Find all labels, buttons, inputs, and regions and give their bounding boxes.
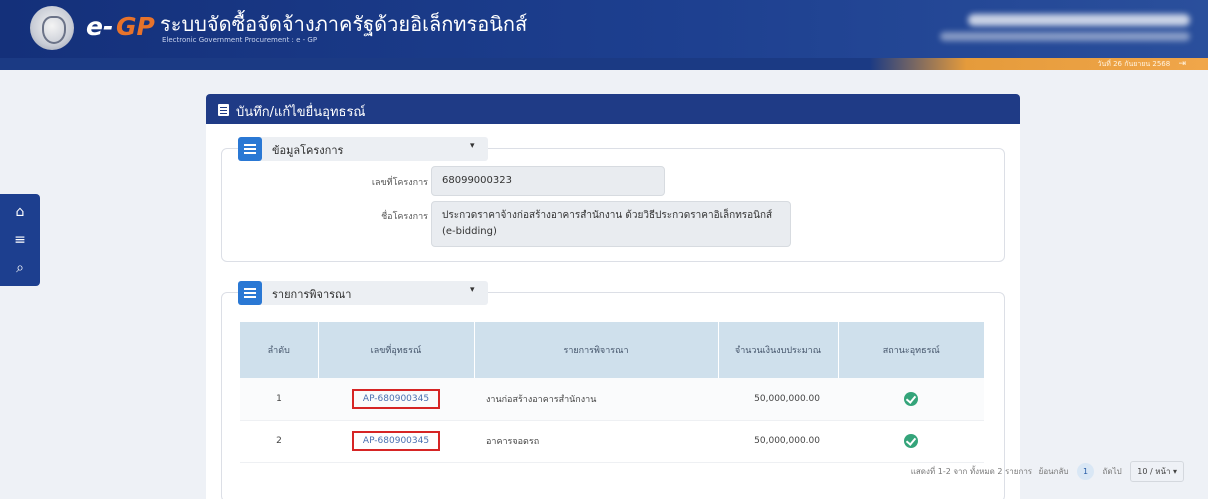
status-bar (0, 58, 1208, 70)
table-row: 2 AP-680900345 อาคารจอดรถ 50,000,000.00 (240, 420, 984, 463)
project-info-tab[interactable]: ข้อมูลโครงการ ▾ (238, 137, 488, 161)
cell-appeal-no: AP-680900345 (318, 378, 474, 421)
check-circle-icon (904, 434, 918, 448)
consideration-tab[interactable]: รายการพิจารณา ▾ (238, 281, 488, 305)
list-icon (238, 137, 262, 161)
table-row: 1 AP-680900345 งานก่อสร้างอาคารสำนักงาน … (240, 378, 984, 421)
document-icon (218, 104, 229, 116)
collapse-caret-icon[interactable]: ▾ (470, 141, 475, 151)
cell-status (838, 378, 984, 421)
list-icon (238, 281, 262, 305)
appeal-no-link[interactable]: AP-680900345 (351, 431, 441, 451)
home-icon[interactable]: ⌂ (6, 200, 34, 224)
col-header-status: สถานะอุทธรณ์ (838, 322, 984, 378)
system-title-en: Electronic Government Procurement : e - … (162, 36, 318, 44)
col-header-amount: จำนวนเงินงบประมาณ (718, 322, 839, 378)
cell-appeal-no: AP-680900345 (318, 420, 474, 463)
consideration-table: ลำดับ เลขที่อุทธรณ์ รายการพิจารณา จำนวนเ… (240, 322, 984, 463)
project-no-field[interactable]: 68099000323 (431, 166, 665, 196)
check-circle-icon (904, 391, 918, 406)
col-header-appeal-no: เลขที่อุทธรณ์ (318, 322, 475, 378)
consideration-title: รายการพิจารณา (272, 288, 352, 301)
prev-page-button[interactable]: ย้อนกลับ (1039, 465, 1069, 478)
date-info: วันที่ 26 กันยายน 2568 ⇥ (1098, 58, 1186, 70)
collapse-caret-icon[interactable]: ▾ (470, 285, 475, 295)
project-info-title: ข้อมูลโครงการ (272, 144, 344, 157)
appeal-no-link[interactable]: AP-680900345 (351, 388, 441, 409)
next-page-button[interactable]: ถัดไป (1103, 465, 1122, 478)
panel-header: บันทึก/แก้ไขยื่นอุทธรณ์ (206, 94, 1020, 124)
pagination: แสดงที่ 1-2 จาก ทั้งหมด 2 รายการ ย้อนกลั… (911, 461, 1184, 483)
cell-item: อาคารจอดรถ (474, 420, 718, 463)
cell-no: 1 (240, 378, 318, 421)
logo-gp-text: GP (116, 12, 155, 41)
user-org-blurred (940, 32, 1190, 41)
pagination-summary: แสดงที่ 1-2 จาก ทั้งหมด 2 รายการ (910, 467, 1033, 476)
panel-title: บันทึก/แก้ไขยื่นอุทธรณ์ (236, 105, 366, 120)
date-text: วันที่ 26 กันยายน 2568 (1097, 60, 1171, 68)
side-mini-nav: ⌂ ≡ ⌕ (0, 194, 40, 286)
page-number-button[interactable]: 1 (1077, 463, 1094, 480)
per-page-select[interactable]: 10 / หน้า ▾ (1130, 461, 1184, 482)
logo-e-text: e- (86, 12, 114, 41)
user-info-blurred[interactable] (920, 12, 1190, 46)
search-icon[interactable]: ⌕ (6, 256, 34, 280)
egp-logo[interactable]: e- GP (86, 12, 155, 42)
cell-amount: 50,000,000.00 (718, 420, 838, 463)
col-header-no: ลำดับ (240, 322, 319, 378)
project-name-label: ชื่อโครงการ (381, 212, 428, 222)
cell-status (838, 420, 984, 463)
chevron-down-icon: ▾ (1172, 467, 1177, 476)
project-no-label: เลขที่โครงการ (371, 178, 428, 188)
project-name-field[interactable]: ประกวดราคาจ้างก่อสร้างอาคารสำนักงาน ด้วย… (431, 201, 791, 247)
logout-icon[interactable]: ⇥ (1178, 58, 1186, 70)
app-header: e- GP ระบบจัดซื้อจัดจ้างภาครัฐด้วยอิเล็ก… (0, 0, 1208, 58)
cell-item: งานก่อสร้างอาคารสำนักงาน (474, 378, 718, 421)
col-header-item: รายการพิจารณา (474, 322, 719, 378)
cell-no: 2 (240, 420, 318, 463)
cell-amount: 50,000,000.00 (718, 378, 838, 421)
per-page-value: 10 / หน้า (1137, 467, 1171, 476)
table-header-row: ลำดับ เลขที่อุทธรณ์ รายการพิจารณา จำนวนเ… (240, 322, 984, 378)
user-name-blurred (968, 14, 1190, 26)
government-seal-logo (30, 6, 74, 50)
menu-icon[interactable]: ≡ (6, 228, 34, 252)
